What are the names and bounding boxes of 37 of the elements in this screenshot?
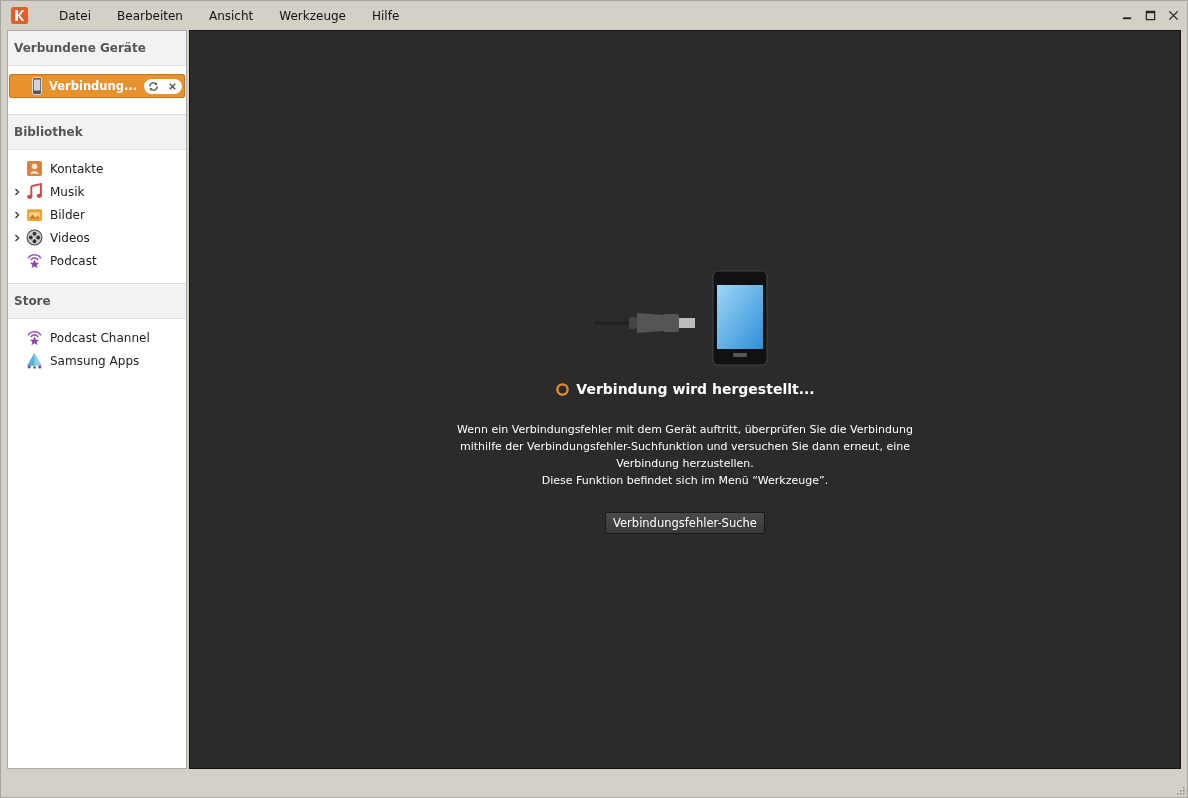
tree-item[interactable]: Bilder	[8, 203, 186, 226]
section-header: Bibliothek	[8, 114, 186, 150]
device-label: Verbindung...	[49, 79, 139, 93]
chevron-icon[interactable]	[13, 233, 21, 242]
resize-grip-icon[interactable]	[1175, 785, 1185, 795]
section-header: Verbundene Geräte	[8, 31, 186, 66]
picture-folder-icon	[26, 206, 43, 223]
menu-item[interactable]: Bearbeiten	[104, 3, 196, 28]
app-logo-icon	[11, 7, 28, 24]
menu-item[interactable]: Datei	[46, 3, 104, 28]
tree-item[interactable]: Podcast Channel	[8, 326, 186, 349]
pyramid-icon	[26, 352, 43, 369]
section-header: Store	[8, 283, 186, 319]
status-heading: Verbindung wird hergestellt...	[576, 381, 815, 397]
chevron-icon[interactable]	[13, 187, 21, 196]
music-note-icon	[26, 183, 43, 200]
menu-item[interactable]: Hilfe	[359, 3, 413, 28]
menu-item[interactable]: Werkzeuge	[266, 3, 359, 28]
tree-item[interactable]: Kontakte	[8, 157, 186, 180]
tree-item[interactable]: Videos	[8, 226, 186, 249]
podcast-icon	[26, 252, 43, 269]
loading-spinner-icon	[555, 381, 571, 397]
tree-item[interactable]: Podcast	[8, 249, 186, 272]
film-reel-icon	[26, 229, 43, 246]
sync-icon[interactable]	[148, 80, 159, 92]
podcast-icon	[26, 329, 43, 346]
tree-item[interactable]: Musik	[8, 180, 186, 203]
tree-item[interactable]: Samsung Apps	[8, 349, 186, 372]
maximize-icon[interactable]	[1145, 10, 1156, 21]
contact-card-icon	[26, 160, 43, 177]
phone-icon	[32, 77, 42, 95]
close-icon[interactable]	[167, 80, 178, 92]
close-icon[interactable]	[1168, 10, 1179, 21]
troubleshoot-button[interactable]: Verbindungsfehler-Suche	[605, 512, 765, 534]
chevron-icon[interactable]	[13, 210, 21, 219]
menu-item[interactable]: Ansicht	[195, 3, 267, 28]
description-text: Wenn ein Verbindungsfehler mit dem Gerät auftritt, überprüfen Sie die Verbindung mithilfe der Verbindungsfehler-Suchfunktion und versuchen Sie dann erneut, eine Verbindung herzustellen. Diese Funktion befindet sich im Menü “Werkzeuge”.	[457, 422, 913, 489]
